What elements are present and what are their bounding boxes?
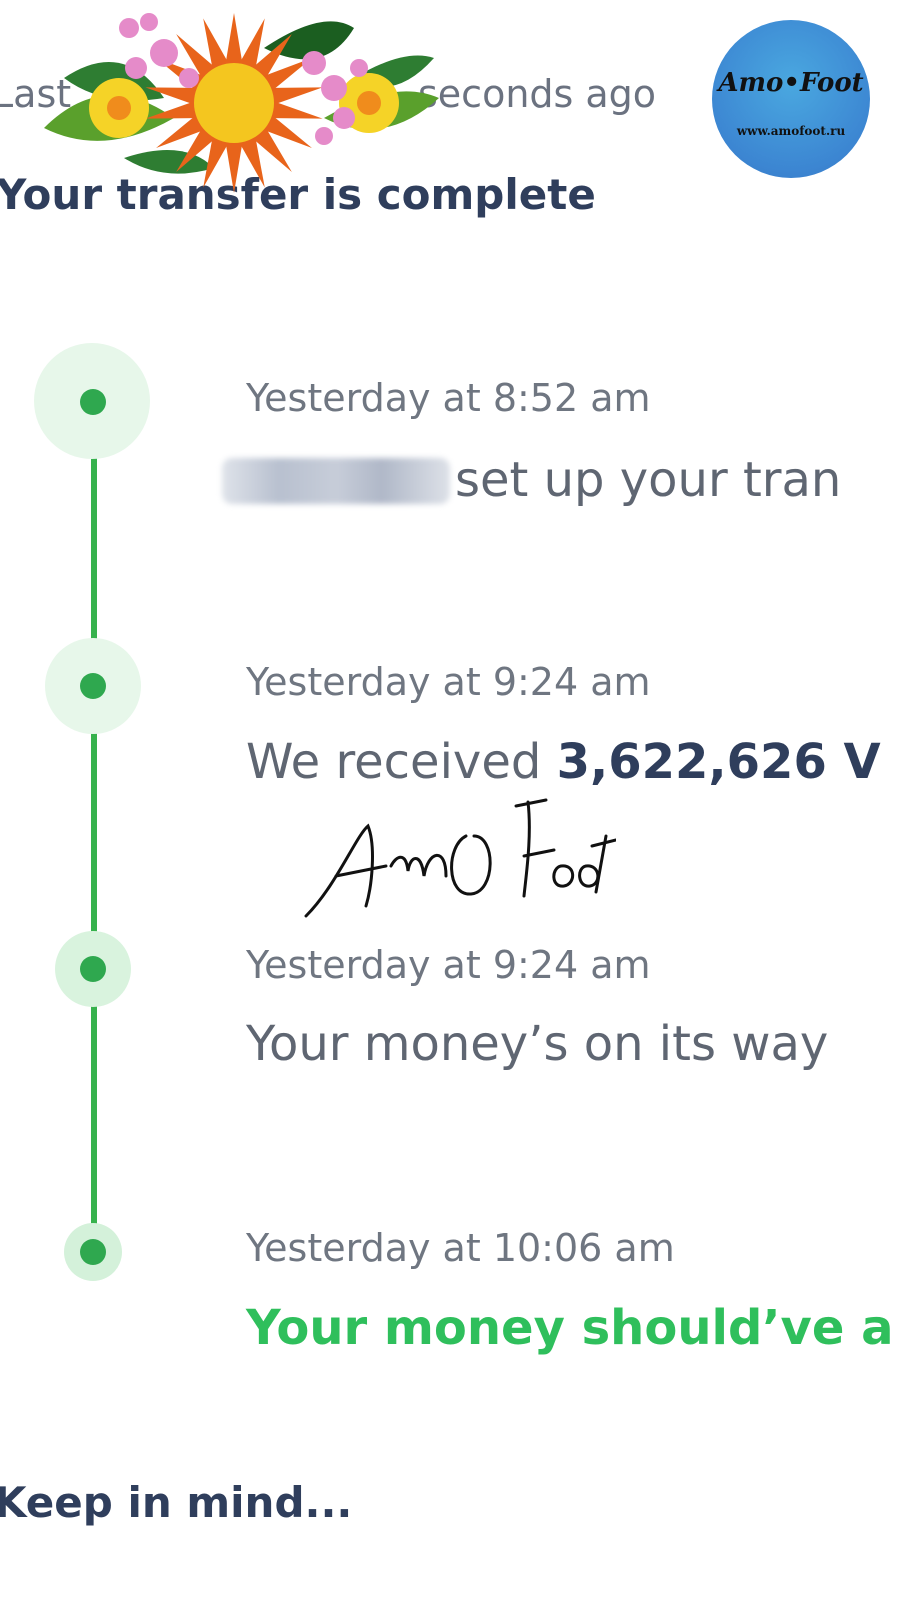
logo-name: Amo•Foot [718, 68, 864, 98]
event-description: We received 3,622,626 V [246, 734, 881, 790]
event-description: set up your tran [455, 452, 842, 508]
received-amount: 3,622,626 V [556, 734, 881, 790]
event-description-prefix: We received [246, 734, 557, 790]
flower-decoration [44, 13, 439, 193]
keep-in-mind-heading: Keep in mind... [0, 1478, 353, 1527]
event-time: Yesterday at 9:24 am [246, 943, 651, 987]
event-time: Yesterday at 8:52 am [246, 376, 651, 420]
timeline-dot [80, 1239, 106, 1265]
daffodil-left [89, 78, 149, 138]
status-suffix: seconds ago [418, 72, 657, 116]
signature-watermark [304, 798, 616, 918]
amofoot-logo: Amo•Foot www.amofoot.ru [712, 20, 870, 178]
event-time: Yesterday at 10:06 am [246, 1226, 675, 1270]
logo-url: www.amofoot.ru [736, 124, 846, 138]
timeline-track [91, 403, 97, 1261]
timeline-dot [80, 673, 106, 699]
event-time: Yesterday at 9:24 am [246, 660, 651, 704]
redacted-sender-name [222, 458, 450, 504]
timeline-dot [80, 389, 106, 415]
event-description: Your money should’ve a [246, 1300, 894, 1356]
event-description: Your money’s on its way [246, 1016, 829, 1072]
timeline-dot [80, 956, 106, 982]
